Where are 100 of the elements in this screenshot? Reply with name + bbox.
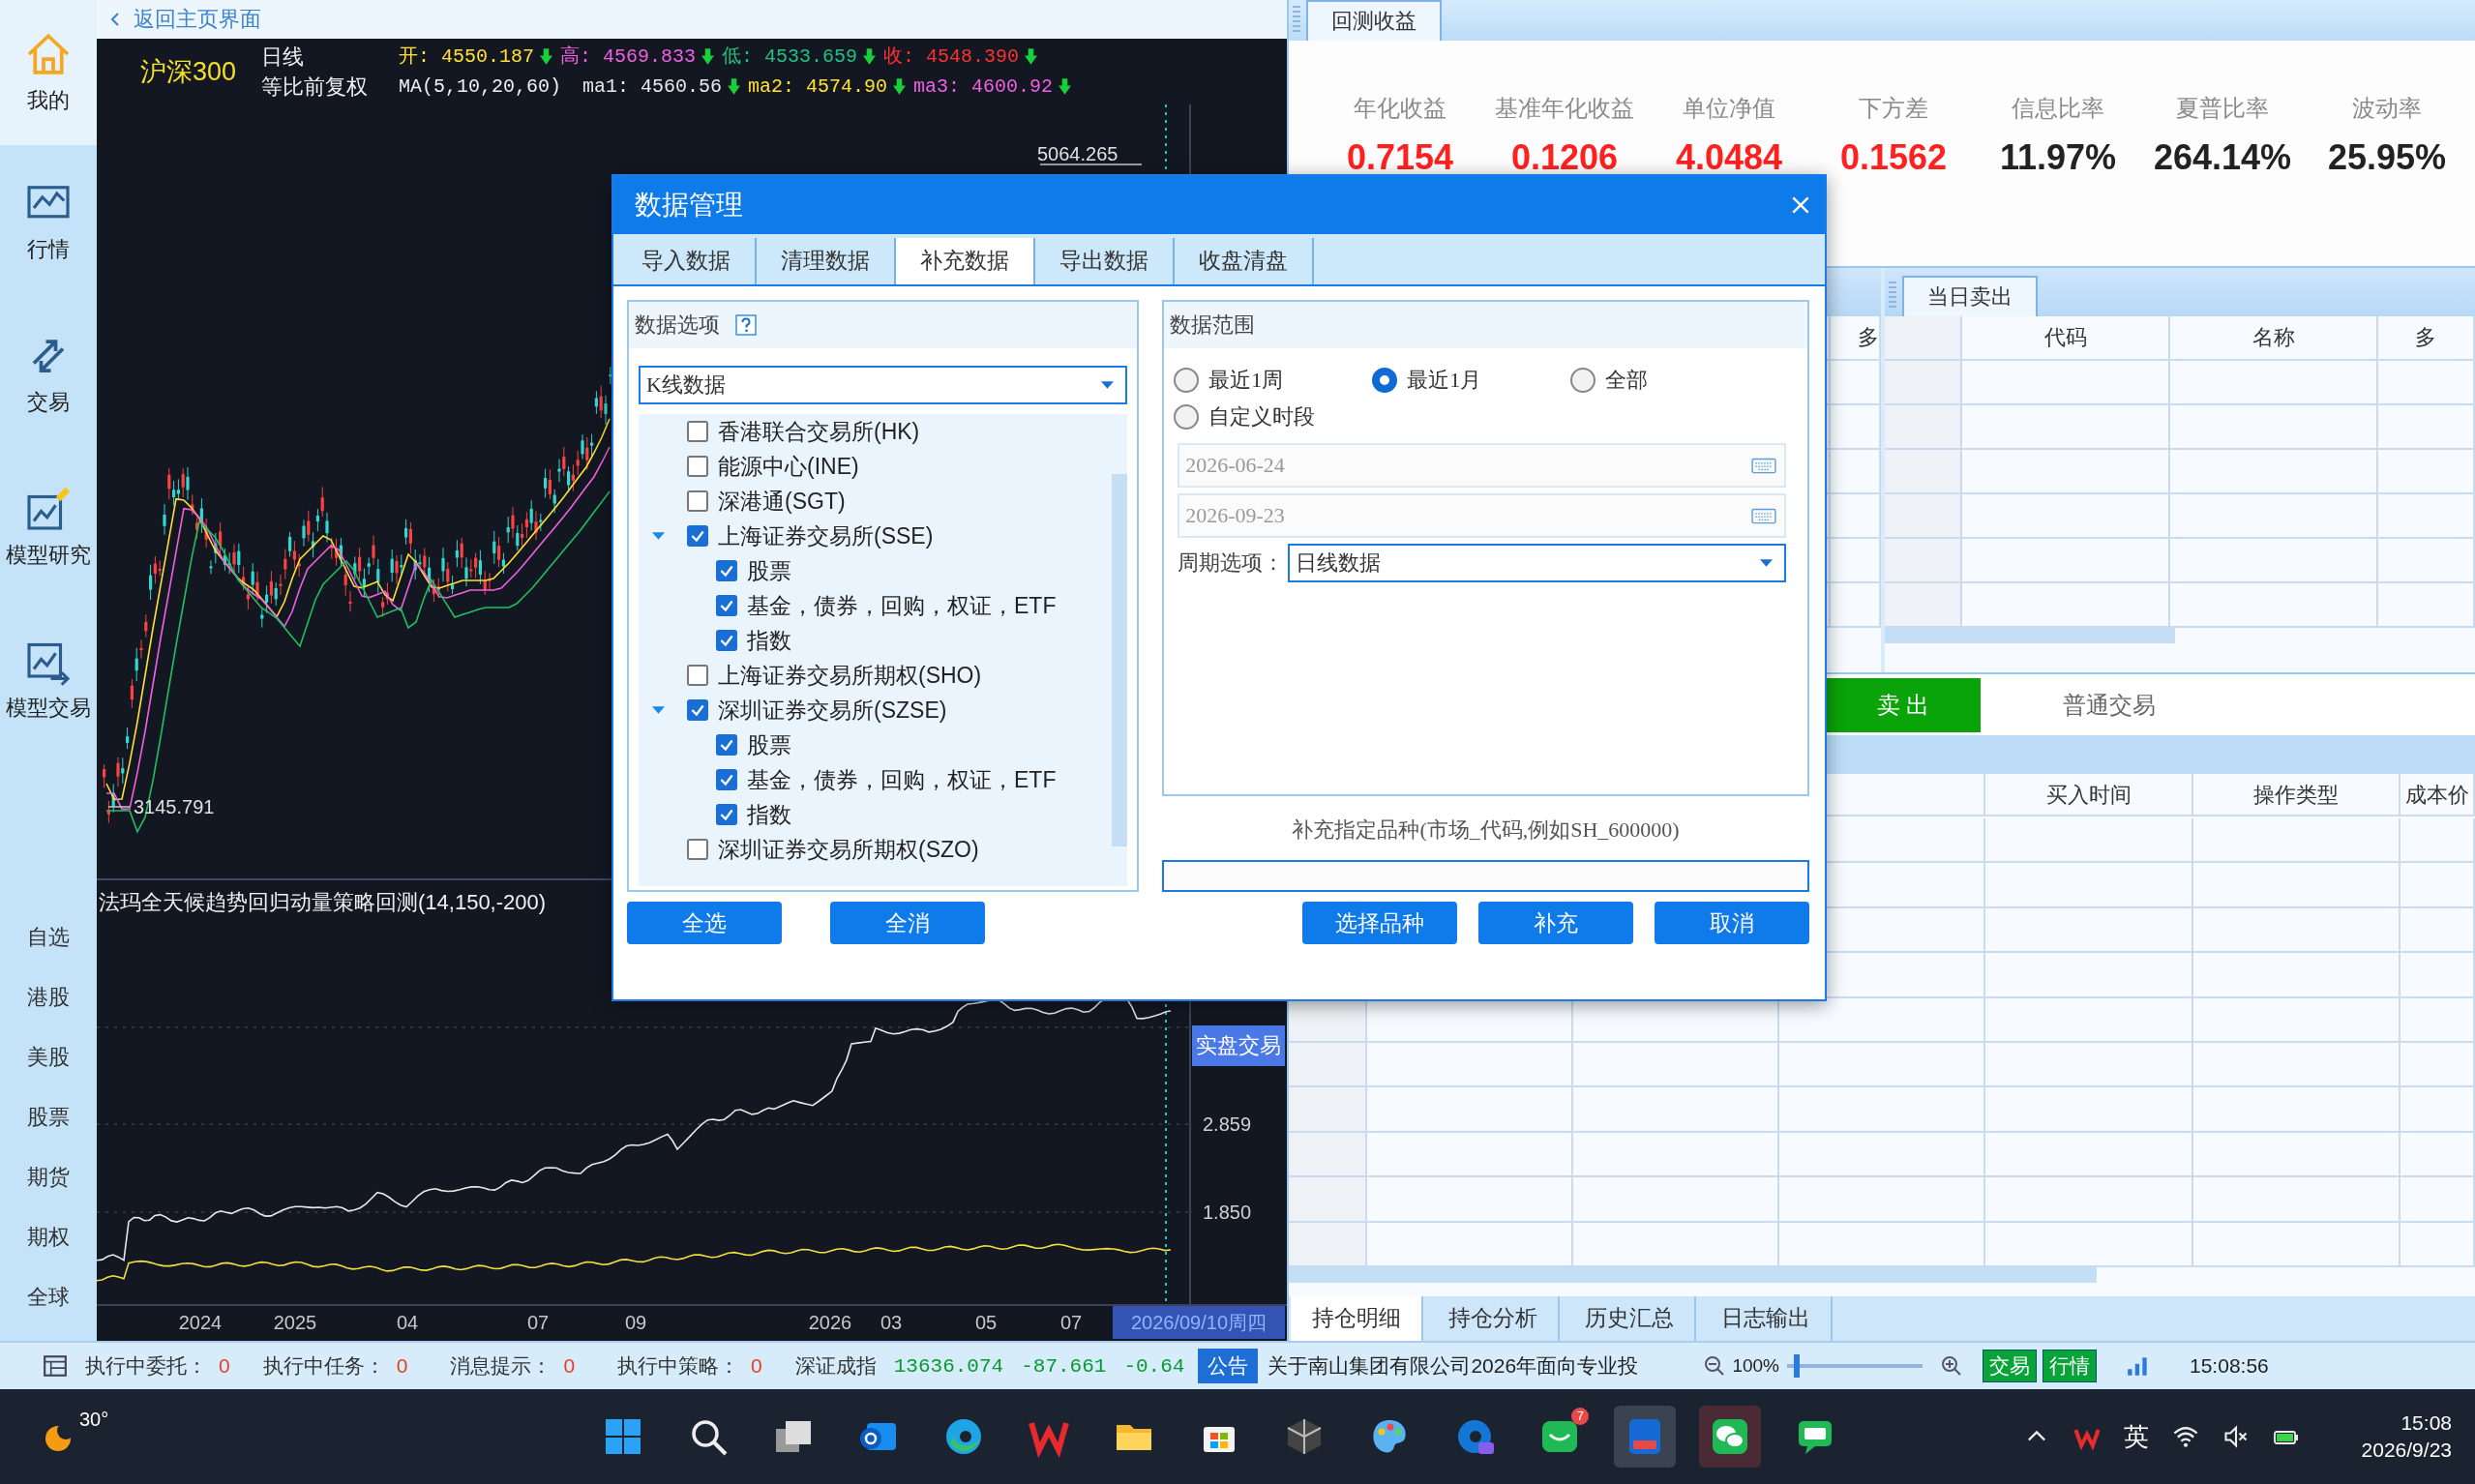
tree-item[interactable]: 香港联合交易所(HK) (718, 414, 920, 449)
tree-item[interactable]: 深圳证券交易所(SZSE) (718, 693, 947, 727)
metric-value: 25.95% (2327, 137, 2447, 178)
action-button[interactable]: 取消 (1655, 902, 1809, 944)
data-type-dropdown[interactable]: K线数据 (639, 366, 1128, 404)
status-label: 执行中任务： (262, 1353, 385, 1379)
status-value: 0 (751, 1354, 762, 1378)
notice-badge[interactable]: 公告 (1198, 1349, 1259, 1383)
metric-label: 信息比率 (2012, 94, 2104, 123)
dialog-tab[interactable]: 补充数据 (896, 238, 1035, 284)
tree-item[interactable]: 上海证券交易所期权(SHO) (718, 658, 982, 693)
status-label: 消息提示： (450, 1353, 552, 1379)
axis-label: 05 (974, 1312, 998, 1334)
tree-item[interactable]: 能源中心(INE) (718, 449, 859, 484)
radio-option[interactable]: 自定义时段 (1174, 402, 1373, 431)
axis-label: 2025 (273, 1312, 317, 1334)
trade-type-label: 普通交易 (2063, 690, 2156, 720)
panel-tab[interactable]: 当日卖出 (1902, 276, 2038, 316)
metric-value: 0.7154 (1346, 137, 1454, 178)
column-header: 买入时间 (1985, 774, 2193, 816)
action-button[interactable]: 选择品种 (1302, 902, 1457, 944)
radio-option[interactable]: 全部 (1570, 366, 1807, 395)
tree-item[interactable]: 基金，债券，回购，权证，ETF (747, 588, 1057, 623)
nav-item[interactable]: 行情 (0, 145, 97, 298)
metric-label: 基准年化收益 (1495, 94, 1634, 123)
action-button[interactable]: 补充 (1478, 902, 1633, 944)
tree-item[interactable]: 深港通(SGT) (718, 484, 846, 519)
metric-label: 单位净值 (1683, 94, 1775, 123)
column-header: 多 (2378, 316, 2475, 361)
panel-tab[interactable]: 回测收益 (1306, 0, 1442, 41)
nav-item[interactable]: 模型交易 (0, 604, 97, 757)
market-link[interactable]: 港股 (27, 981, 70, 1014)
tree-item[interactable]: 指数 (747, 797, 791, 832)
ma-stat: ma3: 4600.92 (913, 74, 1054, 100)
tree-item[interactable]: 股票 (747, 727, 791, 762)
status-label: 执行中策略： (617, 1353, 740, 1379)
nav-item[interactable]: 模型研究 (0, 451, 97, 604)
index-value: 13636.074 (893, 1354, 1004, 1378)
axis-label: 2.859 (1203, 1113, 1252, 1135)
field-label: 周期选项： (1178, 549, 1285, 577)
metric-label: 夏普比率 (2176, 94, 2269, 123)
index-name: 深证成指 (794, 1353, 877, 1379)
tree-item[interactable]: 基金，债券，回购，权证，ETF (747, 762, 1057, 797)
metric-label: 下方差 (1859, 94, 1928, 123)
axis-label: 2024 (178, 1312, 223, 1334)
status-value: 0 (563, 1354, 576, 1378)
clock-time: 15:08:56 (2190, 1354, 2269, 1378)
tree-item[interactable]: 股票 (747, 553, 791, 588)
axis-label: 2026 (808, 1312, 852, 1334)
nav-item[interactable]: 交易 (0, 298, 97, 451)
radio-option[interactable]: 最近1月 (1372, 366, 1571, 395)
tree-item[interactable]: 上海证券交易所(SSE) (718, 519, 934, 553)
metric-value: 0.1562 (1839, 137, 1948, 178)
back-link[interactable]: 返回主页界面 (134, 5, 261, 34)
price-stat: 低: 4533.659 (722, 45, 858, 70)
period-label: 日线 (261, 44, 305, 71)
zoom-label: 100% (1732, 1355, 1779, 1377)
dialog-title: 数据管理 (635, 189, 743, 222)
market-link[interactable]: 期权 (27, 1221, 70, 1254)
notice-text[interactable]: 关于南山集团有限公司2026年面向专业投 (1267, 1352, 1694, 1380)
market-link[interactable]: 全球 (27, 1281, 70, 1314)
column-header: 名称 (2170, 316, 2378, 361)
market-link[interactable]: 自选 (27, 921, 70, 954)
input-method-label[interactable]: 英 (2123, 1419, 2149, 1454)
strategy-title: 法玛全天候趋势回归动量策略回测(14,150,-200) (99, 889, 547, 916)
tree-item[interactable]: 指数 (747, 623, 791, 658)
column-header: 代码 (1962, 316, 2170, 361)
taskbar-date[interactable]: 2026/9/23 (2361, 1437, 2452, 1464)
radio-option[interactable]: 最近1周 (1174, 366, 1373, 395)
select-button[interactable]: 全消 (830, 902, 985, 944)
axis-label: 04 (396, 1312, 419, 1334)
symbol-label: 沪深300 (140, 56, 238, 88)
bottom-tab[interactable]: 持仓明细 (1291, 1296, 1423, 1341)
market-link[interactable]: 美股 (27, 1041, 70, 1074)
high-price-label: 5064.265 (1037, 143, 1118, 164)
metric-label: 波动率 (2352, 94, 2422, 123)
price-stat: 收: 4548.390 (883, 45, 1020, 70)
select-button[interactable]: 全选 (627, 902, 782, 944)
metric-label: 年化收益 (1354, 94, 1446, 123)
period-dropdown[interactable]: 日线数据 (1288, 544, 1786, 582)
field-label: 补充指定品种(市场_代码,例如SH_600000) (1291, 816, 1681, 844)
nav-item[interactable]: 我的 (0, 0, 97, 145)
ma-stat: ma1: 4560.56 (582, 74, 723, 100)
market-link[interactable]: 期货 (27, 1161, 70, 1194)
status-label: 执行中委托： (85, 1353, 207, 1379)
market-link[interactable]: 股票 (27, 1101, 70, 1134)
group-title: 数据选项 (635, 312, 720, 339)
axis-label: 07 (1059, 1312, 1083, 1334)
axis-label: 09 (624, 1312, 647, 1334)
price-stat: 开: 4550.187 (399, 45, 535, 70)
taskbar-time[interactable]: 15:08 (2400, 1410, 2452, 1437)
status-value: 0 (396, 1354, 408, 1378)
metric-value: 264.14% (2153, 137, 2292, 178)
live-trade-button[interactable]: 实盘交易 (1192, 1025, 1285, 1066)
status-value: 0 (219, 1354, 230, 1378)
index-value: -0.64 (1123, 1354, 1185, 1378)
notification-badge: 7 (1571, 1408, 1590, 1425)
axis-label: 07 (526, 1312, 550, 1334)
tree-item[interactable]: 深圳证券交易所期权(SZO) (718, 832, 979, 867)
temperature-label[interactable]: 30° (79, 1409, 109, 1431)
